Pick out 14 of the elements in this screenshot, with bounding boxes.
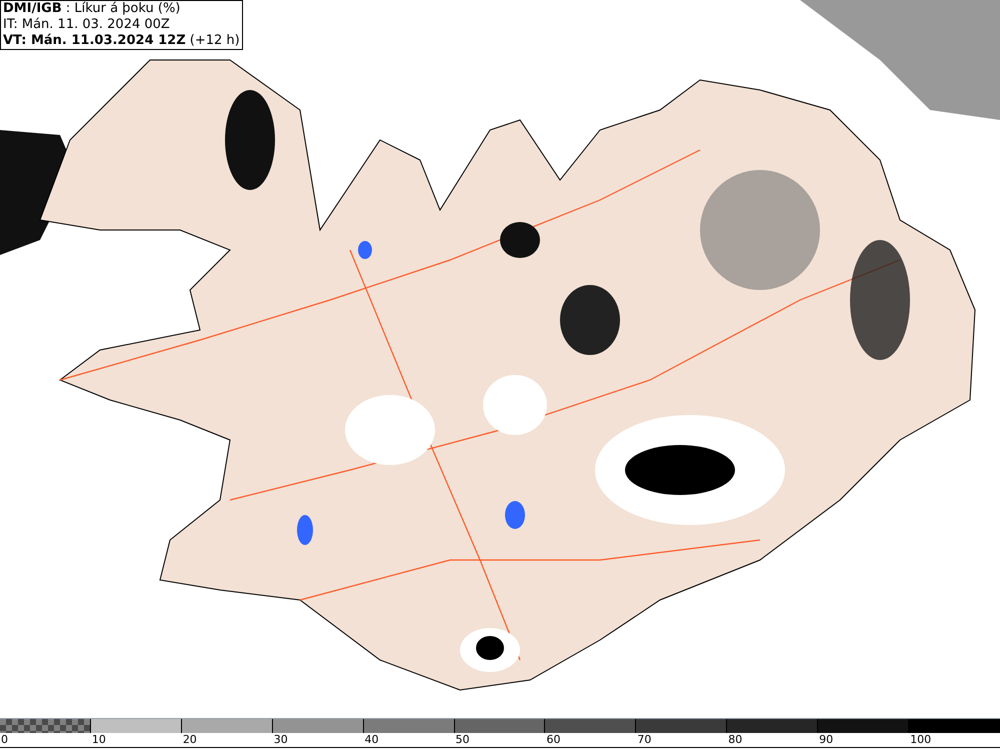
legend-label: 60 [545, 733, 636, 748]
legend-label: 40 [364, 733, 455, 748]
initial-time: IT: Mán. 11. 03. 2024 00Z [3, 17, 171, 33]
legend-label: 70 [636, 733, 728, 748]
map-title: DMI/IGB : Líkur á þoku (%) [3, 1, 182, 17]
legend-label: 10 [90, 733, 182, 748]
legend-label: 0 [0, 733, 91, 748]
valid-time: VT: Mán. 11.03.2024 12Z (+12 h) [3, 33, 240, 49]
legend-label: 100 [909, 733, 1000, 748]
legend-label: 30 [272, 733, 364, 748]
legend-label: 80 [727, 733, 818, 748]
legend-label: 50 [454, 733, 546, 748]
legend-label: 90 [818, 733, 910, 748]
legend-label: 20 [182, 733, 273, 748]
